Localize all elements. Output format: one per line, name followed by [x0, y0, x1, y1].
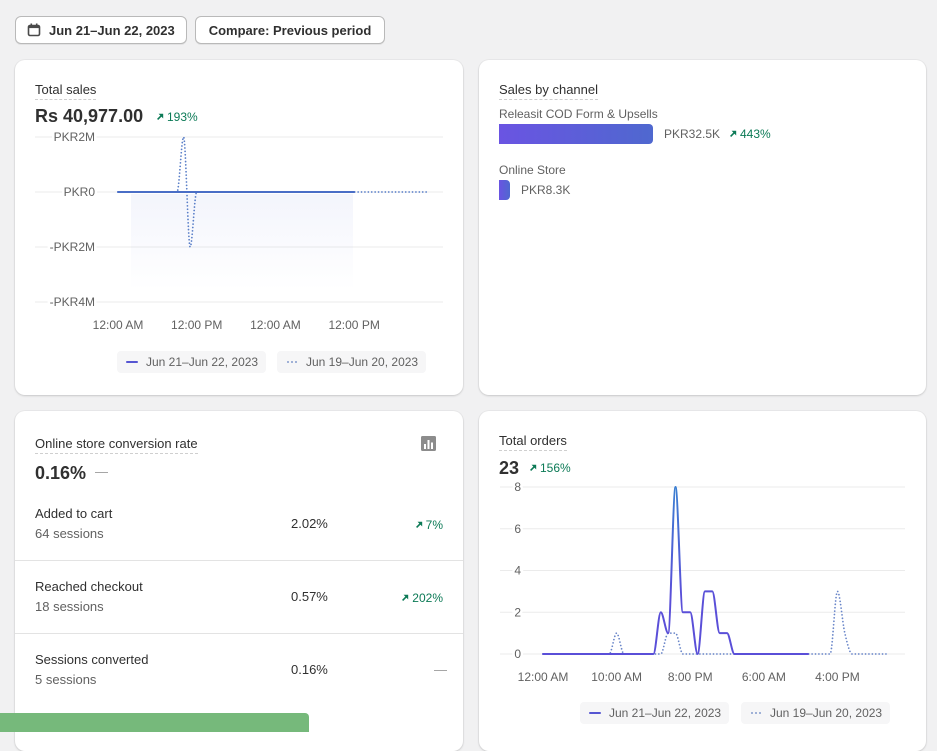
row-divider — [15, 560, 463, 561]
series-line-previous-period — [542, 590, 890, 655]
y-tick-label: 0 — [514, 647, 521, 661]
funnel-step-rate: 0.57% — [291, 589, 328, 604]
x-tick-label: 6:00 AM — [742, 670, 786, 684]
funnel-step-sessions: 64 sessions — [35, 526, 104, 541]
y-tick-label: PKR0 — [64, 185, 96, 199]
funnel-step-change-badge: 202% — [401, 591, 443, 605]
x-tick-label: 12:00 PM — [171, 318, 222, 332]
legend-label: Jun 21–Jun 22, 2023 — [609, 706, 722, 720]
x-tick-label: 4:00 PM — [815, 670, 860, 684]
legend-label: Jun 19–Jun 20, 2023 — [306, 355, 419, 369]
x-tick-label: 10:00 AM — [591, 670, 642, 684]
y-tick-label: -PKR2M — [50, 240, 95, 254]
legend-label: Jun 19–Jun 20, 2023 — [770, 706, 883, 720]
funnel-step-change: 202% — [412, 591, 443, 605]
y-tick-label: PKR2M — [54, 130, 95, 144]
total-orders-card: Total orders 23 156% 8 6 4 2 0 12:00 AM 10:00 … — [479, 411, 926, 751]
channel-change: 443% — [740, 127, 771, 141]
channel-bar — [499, 180, 510, 200]
channel-name: Releasit COD Form & Upsells — [499, 107, 658, 121]
bar-chart-icon[interactable] — [421, 436, 436, 451]
funnel-step-sessions: 5 sessions — [35, 672, 97, 687]
funnel-step-rate: 0.16% — [291, 662, 328, 677]
x-tick-label: 8:00 PM — [668, 670, 713, 684]
total-sales-chart[interactable]: PKR2M PKR0 -PKR2M -PKR4M 12:00 AM 12:00 PM 12:… — [15, 60, 463, 395]
x-tick-label: 12:00 AM — [250, 318, 301, 332]
row-divider — [15, 633, 463, 634]
sales-by-channel-title[interactable]: Sales by channel — [499, 82, 599, 100]
channel-name: Online Store — [499, 163, 566, 177]
compare-button[interactable]: Compare: Previous period — [195, 16, 385, 44]
conversion-rate-value: 0.16% — [35, 463, 87, 483]
trend-up-icon — [415, 521, 422, 528]
conversion-rate-card: Online store conversion rate 0.16% — Add… — [15, 411, 463, 751]
x-tick-label: 12:00 AM — [518, 670, 569, 684]
conversion-rate-change: — — [95, 464, 108, 479]
dotted-line-icon — [286, 361, 298, 363]
funnel-step-label: Reached checkout — [35, 579, 143, 594]
x-tick-label: 12:00 PM — [328, 318, 379, 332]
legend-label: Jun 21–Jun 22, 2023 — [146, 355, 259, 369]
y-tick-label: 8 — [514, 480, 521, 494]
legend-item-current-period[interactable]: Jun 21–Jun 22, 2023 — [117, 351, 266, 373]
funnel-step-sessions: 18 sessions — [35, 599, 104, 614]
solid-line-icon — [126, 361, 138, 363]
y-tick-label: 2 — [514, 605, 521, 619]
date-range-button[interactable]: Jun 21–Jun 22, 2023 — [15, 16, 187, 44]
date-range-label: Jun 21–Jun 22, 2023 — [49, 22, 175, 38]
total-orders-chart[interactable]: 8 6 4 2 0 12:00 AM 10:00 AM 8:00 PM 6:00 AM 4:00 … — [479, 411, 926, 751]
solid-line-icon — [589, 712, 601, 714]
funnel-step-change: — — [434, 662, 447, 677]
bottom-green-bar — [0, 713, 309, 732]
compare-label: Compare: Previous period — [208, 22, 372, 38]
total-sales-card: Total sales Rs 40,977.00 193% PKR2M PKR0-… — [15, 60, 463, 395]
y-tick-label: 6 — [514, 522, 521, 536]
x-tick-label: 12:00 AM — [93, 318, 144, 332]
channel-value: PKR8.3K — [521, 183, 571, 197]
chart-area-shade — [131, 194, 353, 290]
funnel-step-change-badge: 7% — [415, 518, 443, 532]
legend-item-current-period[interactable]: Jun 21–Jun 22, 2023 — [580, 702, 729, 724]
funnel-step-label: Sessions converted — [35, 652, 149, 667]
funnel-step-rate: 2.02% — [291, 516, 328, 531]
funnel-step-change: 7% — [425, 518, 443, 532]
funnel-step-label: Added to cart — [35, 506, 113, 521]
legend-item-previous-period[interactable]: Jun 19–Jun 20, 2023 — [741, 702, 890, 724]
conversion-rate-title[interactable]: Online store conversion rate — [35, 436, 198, 454]
calendar-icon — [27, 23, 41, 37]
trend-up-icon — [730, 130, 737, 137]
trend-up-icon — [402, 594, 409, 601]
dotted-line-icon — [750, 712, 762, 714]
y-tick-label: -PKR4M — [50, 295, 95, 309]
channel-value: PKR32.5K — [664, 127, 721, 141]
y-tick-label: 4 — [514, 564, 521, 578]
channel-change-badge: 443% — [729, 127, 771, 141]
channel-bar — [499, 124, 653, 144]
sales-by-channel-card: Sales by channel Releasit COD Form & Ups… — [479, 60, 926, 395]
legend-item-previous-period[interactable]: Jun 19–Jun 20, 2023 — [277, 351, 426, 373]
